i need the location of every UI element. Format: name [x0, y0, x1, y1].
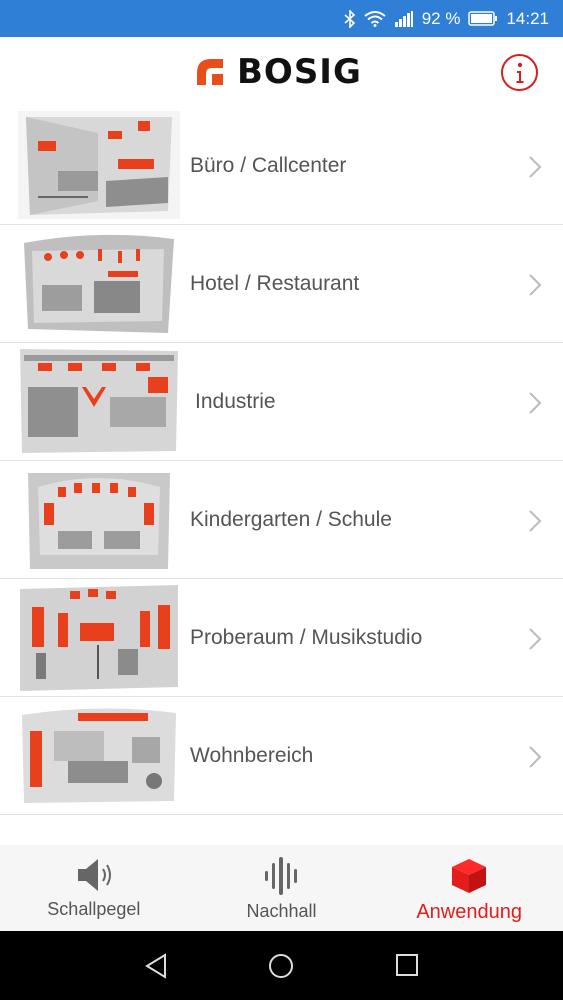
- recents-icon[interactable]: [395, 953, 419, 977]
- home-icon[interactable]: [268, 953, 294, 979]
- chevron-right-icon: [529, 628, 542, 650]
- status-time: 14:21: [506, 8, 549, 28]
- tab-nachhall[interactable]: Nachhall: [188, 845, 376, 931]
- list-item-industrie[interactable]: Industrie: [0, 343, 563, 461]
- tab-label: Nachhall: [246, 901, 317, 921]
- bluetooth-icon: [344, 9, 356, 28]
- app-header: BOSIG: [0, 37, 563, 107]
- wifi-icon: [364, 10, 386, 27]
- tab-label: Schallpegel: [47, 899, 141, 919]
- list-item-hotel[interactable]: Hotel / Restaurant: [0, 225, 563, 343]
- bosig-logo: BOSIG: [195, 55, 362, 89]
- tab-schallpegel[interactable]: Schallpegel: [0, 845, 188, 931]
- info-icon: [516, 62, 523, 83]
- info-button[interactable]: [501, 54, 538, 91]
- cube-icon: [452, 859, 487, 893]
- logo-text: BOSIG: [237, 52, 362, 92]
- chevron-right-icon: [529, 392, 542, 414]
- logo-mark-icon: [197, 59, 223, 85]
- list-item-label: Hotel / Restaurant: [190, 271, 360, 295]
- list-item-proberaum[interactable]: Proberaum / Musikstudio: [0, 579, 563, 697]
- kindergarten-illustration: [18, 465, 180, 573]
- list-item-label: Wohnbereich: [190, 743, 314, 767]
- hotel-illustration: [18, 229, 180, 337]
- status-bar: 92 % 14:21: [0, 0, 563, 37]
- battery-percent: 92 %: [421, 8, 461, 28]
- list-item-buero[interactable]: Büro / Callcenter: [0, 107, 563, 225]
- list-item-label: Kindergarten / Schule: [190, 507, 392, 531]
- back-icon[interactable]: [143, 953, 169, 979]
- chevron-right-icon: [529, 274, 542, 296]
- list-item-label: Proberaum / Musikstudio: [190, 625, 423, 649]
- application-list: Büro / Callcenter Hotel / Restaurant Ind…: [0, 107, 563, 815]
- system-navigation-bar: [0, 931, 563, 1000]
- chevron-right-icon: [529, 510, 542, 532]
- chevron-right-icon: [529, 746, 542, 768]
- speaker-icon: [77, 859, 111, 891]
- tab-anwendung[interactable]: Anwendung: [375, 845, 563, 931]
- list-item-kindergarten[interactable]: Kindergarten / Schule: [0, 461, 563, 579]
- office-illustration: [18, 111, 180, 219]
- list-item-label: Industrie: [195, 389, 276, 413]
- music-studio-illustration: [18, 583, 180, 691]
- industry-illustration: [18, 347, 180, 455]
- sound-wave-icon: [264, 857, 297, 895]
- list-item-label: Büro / Callcenter: [190, 153, 347, 177]
- signal-icon: [394, 10, 414, 27]
- battery-icon: [468, 11, 498, 26]
- living-room-illustration: [18, 701, 180, 809]
- list-item-wohnbereich[interactable]: Wohnbereich: [0, 697, 563, 815]
- tab-label: Anwendung: [416, 901, 522, 923]
- bottom-tab-bar: Schallpegel Nachhall Anwendung: [0, 845, 563, 931]
- chevron-right-icon: [529, 156, 542, 178]
